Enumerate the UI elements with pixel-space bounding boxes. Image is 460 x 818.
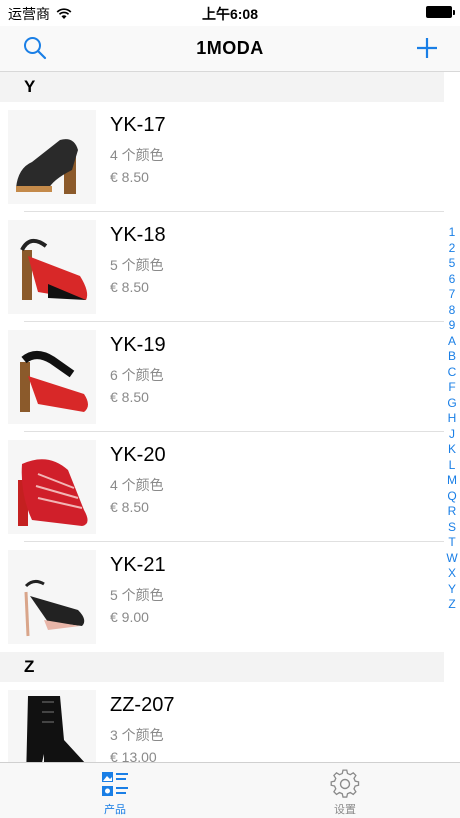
shoe-upper [30,596,85,626]
tab-products[interactable]: 产品 [0,763,230,818]
section-header-y: Y [0,72,444,102]
index-letter[interactable]: J [449,427,455,443]
product-color-count: 4 个颜色 [110,147,164,163]
tab-products-label: 产品 [104,804,126,816]
index-letter[interactable]: 8 [449,303,456,319]
product-image [8,550,96,644]
product-code: YK-19 [110,334,166,356]
product-image [8,330,96,424]
status-time: 上午6:08 [201,6,259,22]
product-price: € 8.50 [110,499,149,515]
index-letter[interactable]: X [448,566,456,582]
product-list[interactable]: Y YK-17 4 个颜色 € 8.50 YK-18 5 个颜色 € 8.50 … [0,72,444,762]
index-letter[interactable]: 9 [449,318,456,334]
product-price: € 8.50 [110,279,149,295]
index-letter[interactable]: C [448,365,457,381]
index-letter[interactable]: 7 [449,287,456,303]
product-row[interactable]: YK-17 4 个颜色 € 8.50 [0,102,444,212]
index-letter[interactable]: M [447,473,457,489]
product-list-icon [102,772,128,796]
tab-settings-label: 设置 [334,804,356,816]
index-letter[interactable]: A [448,334,456,350]
gear-icon [330,769,360,798]
shoe-upper [28,376,88,412]
product-code: ZZ-207 [110,694,175,716]
product-price: € 13.00 [110,749,157,762]
index-letter[interactable]: R [448,504,457,520]
product-image [8,110,96,204]
product-row[interactable]: ZZ-207 3 个颜色 € 13.00 [0,682,444,762]
index-letter[interactable]: Q [447,489,456,505]
index-letter[interactable]: 5 [449,256,456,272]
product-image [8,440,96,534]
product-color-count: 3 个颜色 [110,727,164,743]
product-code: YK-18 [110,224,166,246]
page-title: 1MODA [196,38,264,58]
section-index[interactable]: 1256789ABCFGHJKLMQRSTWXYZ [444,225,460,613]
index-letter[interactable]: L [449,458,456,474]
product-row[interactable]: YK-19 6 个颜色 € 8.50 [0,322,444,432]
product-row[interactable]: YK-20 4 个颜色 € 8.50 [0,432,444,542]
product-row[interactable]: YK-18 5 个颜色 € 8.50 [0,212,444,322]
navigation-bar: 1MODA [0,26,460,72]
index-letter[interactable]: 1 [449,225,456,241]
shoe-upper [21,459,88,526]
index-letter[interactable]: T [448,535,455,551]
index-letter[interactable]: B [448,349,456,365]
index-letter[interactable]: G [447,396,456,412]
tab-bar: 产品 设置 [0,762,460,818]
product-image [8,220,96,314]
product-row[interactable]: YK-21 5 个颜色 € 9.00 [0,542,444,652]
plus-icon[interactable] [414,35,440,61]
product-price: € 8.50 [110,169,149,185]
index-letter[interactable]: F [448,380,455,396]
index-letter[interactable]: 2 [449,241,456,257]
index-letter[interactable]: H [448,411,457,427]
product-color-count: 6 个颜色 [110,367,164,383]
status-bar: 运营商 上午6:08 [0,0,460,26]
shoe-upper [26,696,85,762]
product-code: YK-17 [110,114,166,136]
tab-settings[interactable]: 设置 [230,763,460,818]
index-letter[interactable]: K [448,442,456,458]
product-color-count: 4 个颜色 [110,477,164,493]
battery-icon [426,6,455,18]
section-header-z: Z [0,652,444,682]
index-letter[interactable]: W [446,551,457,567]
index-letter[interactable]: Z [448,597,455,613]
index-letter[interactable]: Y [448,582,456,598]
product-price: € 9.00 [110,609,149,625]
product-code: YK-20 [110,444,166,466]
product-price: € 8.50 [110,389,149,405]
product-color-count: 5 个颜色 [110,587,164,603]
product-color-count: 5 个颜色 [110,257,164,273]
product-code: YK-21 [110,554,166,576]
product-image [8,690,96,762]
index-letter[interactable]: S [448,520,456,536]
index-letter[interactable]: 6 [449,272,456,288]
